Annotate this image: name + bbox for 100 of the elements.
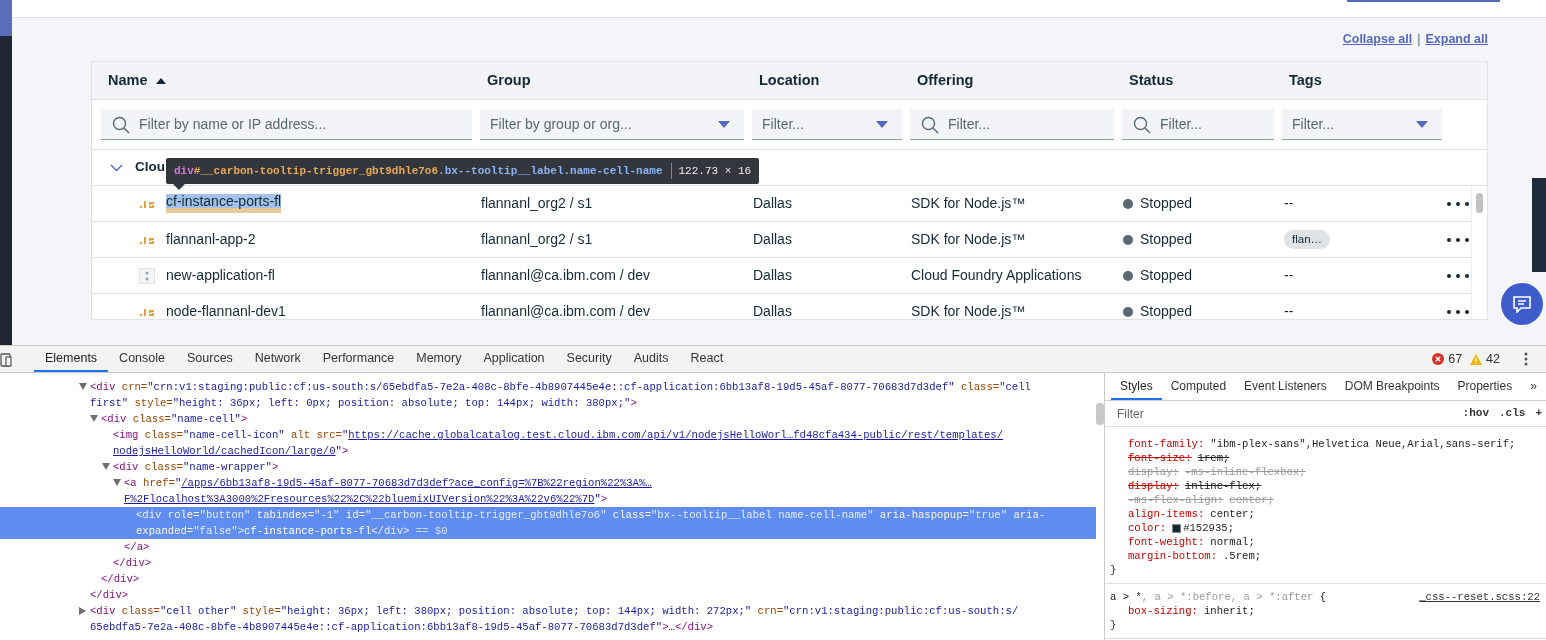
caret-down-icon: [876, 121, 888, 128]
dom-line[interactable]: </div>: [0, 571, 1096, 587]
color-swatch[interactable]: [1172, 523, 1182, 533]
devtools-tab[interactable]: Memory: [405, 346, 473, 372]
css-value: "ibm-plex-sans",Helvetica Neue,Arial,sans-serif;: [1210, 437, 1516, 451]
search-icon: [112, 116, 130, 134]
dom-line[interactable]: </a>: [0, 539, 1096, 555]
column-header[interactable]: Name: [108, 69, 148, 92]
caret-down-icon[interactable]: [113, 479, 121, 486]
overflow-menu-icon[interactable]: [1447, 201, 1469, 206]
scrollbar[interactable]: [1096, 403, 1104, 425]
toolbar-button[interactable]: +: [1535, 405, 1542, 422]
warning-count[interactable]: 42: [1486, 349, 1500, 369]
chat-button[interactable]: [1501, 283, 1543, 325]
location-cell-text: Dallas: [753, 266, 792, 285]
tag-chip[interactable]: flan…: [1284, 229, 1331, 250]
devtools-tab[interactable]: Audits: [622, 346, 680, 372]
dom-line[interactable]: <div crn="crn:v1:staging:public:cf:us-south:s/65ebdfa5-7e2a-408c-8bfe-4b8907445e4e::cf-application:6bb13af8-19d5-45af-8077-70683d7d3def" class="cell: [0, 379, 1096, 395]
tags-cell-text: --: [1284, 302, 1294, 319]
status-text: Stopped: [1140, 230, 1193, 249]
sort-ascending-icon[interactable]: [155, 77, 166, 84]
styles-tab[interactable]: Computed: [1161, 373, 1236, 400]
url-link[interactable]: /apps/6bb13af8-19d5-45af-8077-70683d7d3def?ace_config=%7B%22region%22%3A%…: [181, 477, 652, 489]
error-icon: [1432, 353, 1445, 365]
css-property: font-size:: [1128, 451, 1192, 465]
separator: |: [1417, 31, 1421, 49]
styles-tab[interactable]: »: [1521, 373, 1546, 400]
status-text: Stopped: [1140, 302, 1193, 319]
overflow-menu-icon[interactable]: [1447, 237, 1469, 242]
app-name-link[interactable]: flannanl-app-2: [166, 229, 256, 250]
css-value: normal;: [1210, 535, 1255, 549]
search-icon: [921, 116, 939, 134]
css-property: display:: [1128, 465, 1179, 479]
closing-brace: }: [1110, 618, 1118, 632]
dropdown-field[interactable]: Filter...: [752, 109, 902, 140]
column-header[interactable]: Tags: [1289, 69, 1322, 92]
devtools-tab[interactable]: Console: [108, 346, 176, 372]
chat-icon: [1512, 295, 1532, 313]
styles-tab[interactable]: DOM Breakpoints: [1335, 373, 1449, 400]
tags-cell-text: --: [1284, 194, 1294, 213]
search-field[interactable]: Filter by name or IP address...: [101, 109, 472, 140]
url-link[interactable]: nodejsHelloWorld/cachedIcon/large/0: [113, 445, 336, 457]
dom-line[interactable]: <div class="name-cell">: [0, 411, 1096, 427]
css-value: .5rem;: [1223, 549, 1262, 563]
devtools-tab[interactable]: Performance: [311, 346, 406, 372]
caret-right-icon[interactable]: [79, 607, 86, 615]
dom-line[interactable]: <a href="/apps/6bb13af8-19d5-45af-8077-70683d7d3def?ace_config=%7B%22region%22%3A%…: [0, 475, 1096, 491]
styles-tab[interactable]: Styles: [1111, 373, 1162, 400]
chevron-icon[interactable]: [110, 163, 123, 172]
toolbar-button[interactable]: .cls: [1499, 405, 1526, 422]
dom-line[interactable]: nodejsHelloWorld/cachedIcon/large/0">: [0, 443, 1096, 459]
devtools-tab[interactable]: React: [679, 346, 735, 372]
dom-line[interactable]: first" style="height: 36px; left: 0px; position: absolute; top: 144px; width: 380px;">: [0, 395, 1096, 411]
column-header[interactable]: Location: [759, 69, 820, 92]
css-value: -ms-inline-flexbox;: [1184, 465, 1306, 479]
offering-cell-text: SDK for Node.js™: [911, 230, 1026, 249]
column-header[interactable]: Offering: [917, 69, 974, 92]
caret-down-icon[interactable]: [79, 383, 87, 390]
app-name-link[interactable]: new-application-fl: [166, 265, 275, 286]
app-name-link[interactable]: node-flannanl-dev1: [166, 301, 286, 319]
url-link[interactable]: https://cache.globalcatalog.test.cloud.ibm.com/api/v1/nodejsHelloWorl…fd48cfa434-public/rest/templates/: [348, 429, 1004, 441]
dom-line[interactable]: </div>: [0, 587, 1096, 603]
search-field[interactable]: Filter...: [1122, 109, 1274, 140]
expand-all-link[interactable]: Expand all: [1425, 30, 1488, 49]
devtools-tab[interactable]: Network: [243, 346, 312, 372]
source-link[interactable]: _css--reset.scss:22: [1419, 590, 1540, 604]
devtools-tab[interactable]: Application: [472, 346, 556, 372]
styles-tab[interactable]: Event Listeners: [1235, 373, 1336, 400]
toolbar-button[interactable]: :hov: [1462, 405, 1489, 422]
dropdown-field[interactable]: Filter...: [1282, 109, 1442, 140]
app-name-link[interactable]: cf-instance-ports-fl: [166, 194, 282, 213]
css-value: center;: [1210, 507, 1255, 521]
dom-line[interactable]: <img class="name-cell-icon" alt src="https://cache.globalcatalog.test.cloud.ibm.com/api/v1/nodejsHelloWorl…fd48cfa434-public/rest/templates/: [0, 427, 1096, 443]
styles-tab[interactable]: Properties: [1448, 373, 1522, 400]
dom-line[interactable]: <div class="cell other" style="height: 36px; left: 380px; position: absolute; top: 144px; width: 272px;" crn="crn:v1:staging:public:cf:us-south:s/: [0, 603, 1096, 619]
dropdown-field[interactable]: Filter by group or org...: [480, 109, 744, 140]
css-value: center;: [1229, 493, 1274, 507]
scrollbar[interactable]: [1476, 193, 1483, 213]
devtools-tab[interactable]: Elements: [34, 346, 109, 372]
overflow-menu-icon[interactable]: [1447, 273, 1469, 278]
more-options-icon[interactable]: [1524, 352, 1528, 366]
status-dot-icon: [1123, 270, 1133, 281]
status-dot-icon: [1123, 234, 1133, 245]
search-field[interactable]: Filter...: [910, 109, 1114, 140]
caret-down-icon[interactable]: [90, 415, 98, 422]
overflow-menu-icon[interactable]: [1447, 309, 1469, 314]
column-header[interactable]: Group: [487, 69, 531, 92]
column-header[interactable]: Status: [1129, 69, 1174, 92]
caret-down-icon[interactable]: [102, 463, 110, 470]
dom-line[interactable]: <div class="name-wrapper">: [0, 459, 1096, 475]
collapse-all-link[interactable]: Collapse all: [1342, 30, 1413, 49]
dom-line[interactable]: F%2Flocalhost%3A3000%2Fresources%22%2C%22bluemixUIVersion%22%3A%22v6%22%7D">: [0, 491, 1096, 507]
error-count[interactable]: 67: [1448, 349, 1463, 369]
status-text: Stopped: [1140, 194, 1193, 213]
devtools-tab[interactable]: Security: [555, 346, 623, 372]
devtools-tab[interactable]: Sources: [176, 346, 244, 372]
nodejs-app-icon: [139, 234, 155, 245]
url-link[interactable]: F%2Flocalhost%3A3000%2Fresources%22%2C%22bluemixUIVersion%22%3A%22v6%22%7D: [124, 493, 595, 505]
dom-line[interactable]: 65ebdfa5-7e2a-408c-8bfe-4b8907445e4e::cf-application:6bb13af8-19d5-45af-8077-70683d7d3def">…</div>: [0, 619, 1096, 635]
dom-line[interactable]: </div>: [0, 555, 1096, 571]
